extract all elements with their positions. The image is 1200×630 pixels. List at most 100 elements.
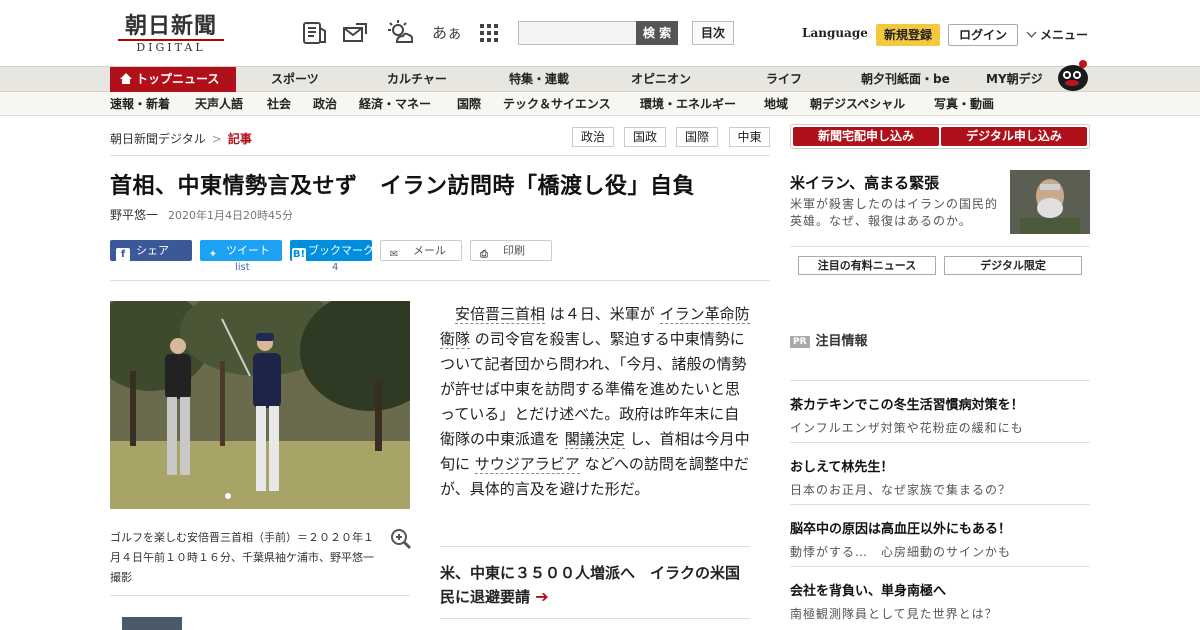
tag-politics[interactable]: 政治 [572,127,614,147]
divider [790,380,1090,381]
keyword-link[interactable]: サウジアラビア [474,455,580,474]
keyword-link[interactable]: 閣議決定 [564,430,625,449]
apps-grid-icon[interactable] [476,20,502,46]
feature-title[interactable]: 米イラン、高まる緊張 [790,172,939,193]
envelope-icon: ✉ [389,249,399,260]
digital-subscribe-button[interactable]: デジタル申し込み [941,127,1087,146]
nav-opinion[interactable]: オピニオン [631,67,691,92]
feature-thumbnail[interactable] [1010,170,1090,234]
nav2-economy[interactable]: 経済・マネー [359,92,431,116]
login-button[interactable]: ログイン [948,24,1018,46]
pr-item[interactable]: 会社を背負い、単身南極へ 南極観測隊員として見た世界とは？ [790,580,1090,622]
nav-paper[interactable]: 朝夕刊紙面・be [861,67,950,92]
toc-button[interactable]: 目次 [692,21,734,45]
mascot-icon[interactable] [1055,58,1091,92]
divider [790,566,1090,567]
nav2-international[interactable]: 国際 [457,92,481,116]
nav2-breaking[interactable]: 速報・新着 [110,92,170,116]
divider [790,504,1090,505]
nav2-society[interactable]: 社会 [267,92,291,116]
logo-text-en: DIGITAL [136,41,206,54]
divider [110,155,770,156]
breadcrumb: 朝日新聞デジタル > 記事 [110,130,252,147]
thumbnail-image[interactable] [122,617,182,630]
nav-culture[interactable]: カルチャー [387,67,447,92]
facebook-share-button[interactable]: f シェア [110,240,192,262]
author: 野平悠一 [110,208,159,222]
newspaper-subscribe-button[interactable]: 新聞宅配申し込み [793,127,939,146]
search-input[interactable] [518,21,636,45]
print-button[interactable]: ⎙ 印刷 [470,240,552,261]
print-label: 印刷 [503,244,525,257]
pr-item[interactable]: おしえて林先生！ 日本のお正月、なぜ家族で集まるの？ [790,456,1090,498]
twitter-count[interactable]: list [235,262,250,273]
tweet-label: ツイート [226,244,270,257]
article-photo[interactable] [110,301,410,509]
mail-icon[interactable] [342,20,368,46]
tag-middle-east[interactable]: 中東 [729,127,770,147]
pr-badge: PR [790,336,810,348]
hatena-icon: B! [292,248,306,262]
keyword-link[interactable]: 安倍晋三首相 [455,305,546,324]
twitter-icon: ✦ [208,249,218,260]
nav2-environment[interactable]: 環境・エネルギー [640,92,736,116]
photo-caption: ゴルフを楽しむ安倍晋三首相（手前）＝２０２０年１月４日午前１０時１６分、千葉県袖… [110,531,374,584]
divider [110,280,770,281]
tag-international[interactable]: 国際 [676,127,718,147]
chevron-down-icon [1026,27,1037,38]
pr-item-title: 会社を背負い、単身南極へ [790,584,947,599]
search-button[interactable]: 検 索 [636,21,678,45]
menu-button[interactable]: メニュー [1026,26,1088,43]
breadcrumb-home[interactable]: 朝日新聞デジタル [110,132,206,146]
related-article-link[interactable]: 米、中東に３５００人増派へ イラクの米国民に退避要請 ➔ [440,561,752,609]
pr-item[interactable]: 茶カテキンでこの冬生活習慣病対策を！ インフルエンザ対策や花粉症の緩和にも [790,394,1090,436]
nav-top-news[interactable]: トップニュース [110,67,236,92]
pr-item-title: おしえて林先生！ [790,460,894,475]
logo-text-jp: 朝日新聞 [124,13,217,39]
tab-premium-news[interactable]: 注目の有料ニュース [798,256,936,275]
mail-share-button[interactable]: ✉ メール [380,240,462,261]
pr-item[interactable]: 脳卒中の原因は高血圧以外にもある！ 動悸がする… 心房細動のサインかも [790,518,1090,560]
nav2-tenseijingo[interactable]: 天声人語 [195,92,243,116]
pr-label: 注目情報 [815,334,868,349]
hatena-count[interactable]: 4 [332,262,338,273]
hatena-bookmark-button[interactable]: B! ブックマーク [290,240,374,262]
signup-button[interactable]: 新規登録 [876,24,940,46]
related-title: 米、中東に３５００人増派へ イラクの米国民に退避要請 [440,564,741,606]
pr-heading: PR 注目情報 [790,330,868,349]
zoom-icon[interactable] [390,528,412,550]
nav-my-asadigi[interactable]: MY朝デジ [986,67,1043,92]
publish-date: 2020年1月4日20時45分 [168,209,294,222]
mail-label: メール [413,244,446,257]
share-label: シェア [136,244,169,257]
nav2-photo-video[interactable]: 写真・動画 [934,92,994,116]
nav2-tech[interactable]: テック＆サイエンス [503,92,611,116]
divider [110,595,410,596]
pr-item-sub: 動悸がする… 心房細動のサインかも [790,545,1012,559]
tag-national-politics[interactable]: 国政 [624,127,666,147]
language-link[interactable]: Language [802,26,868,40]
tab-digital-only[interactable]: デジタル限定 [944,256,1082,275]
nav2-special[interactable]: 朝デジスペシャル [810,92,905,116]
nav-life[interactable]: ライフ [766,67,802,92]
printer-icon: ⎙ [480,249,488,260]
byline: 野平悠一 2020年1月4日20時45分 [110,206,293,223]
article-headline: 首相、中東情勢言及せず イラン訪問時「橋渡し役」自負 [110,174,696,199]
breadcrumb-sep: > [211,132,222,146]
body-text: は４日、米軍が [549,305,655,323]
newspaper-icon[interactable] [301,20,327,46]
nav-sports[interactable]: スポーツ [271,67,319,92]
divider [440,618,750,619]
nav2-regional[interactable]: 地域 [764,92,788,116]
bookmark-label: ブックマーク [308,244,374,257]
divider [440,546,750,547]
site-logo[interactable]: 朝日新聞 DIGITAL [110,14,232,54]
font-size-icon[interactable]: あぁ [432,22,462,43]
nav2-politics[interactable]: 政治 [313,92,337,116]
home-icon [120,73,132,84]
facebook-icon: f [116,248,130,262]
weather-icon[interactable] [387,20,413,46]
nav-features[interactable]: 特集・連載 [509,67,569,92]
twitter-share-button[interactable]: ✦ ツイート [200,240,282,261]
nav-label: トップニュース [136,72,220,86]
